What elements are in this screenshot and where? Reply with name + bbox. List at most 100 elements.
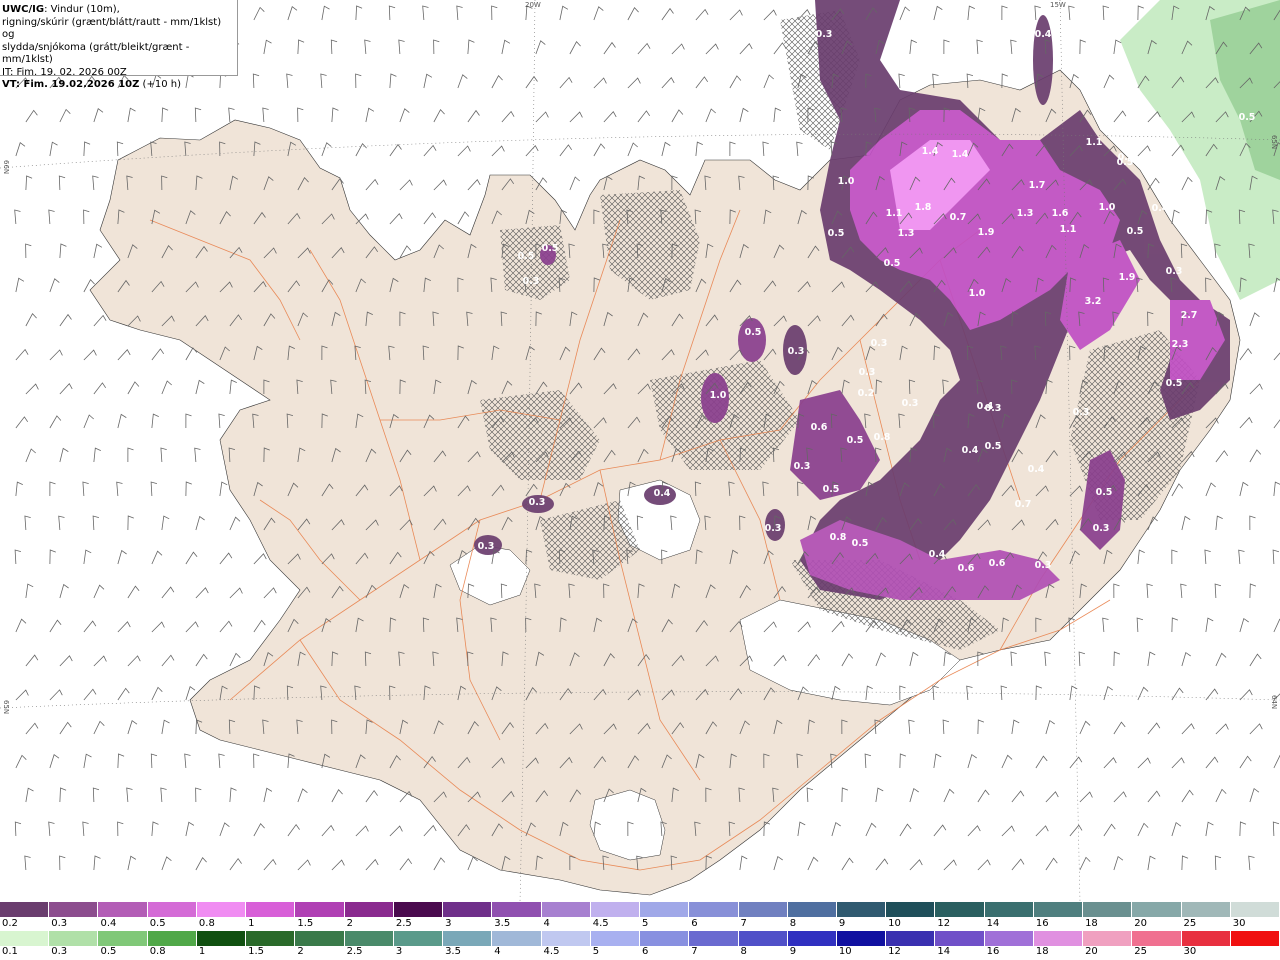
wind-barb (185, 621, 199, 633)
wind-barb (977, 719, 985, 735)
wind-barb (92, 175, 99, 191)
precip-value-label: 0.5 (852, 538, 869, 549)
wind-barb (1113, 721, 1126, 735)
snow-cell-1 (738, 318, 766, 362)
legend-label: 3 (445, 918, 452, 929)
wind-barb (1011, 790, 1025, 803)
wind-barb (93, 382, 107, 395)
wind-barb (1000, 685, 1008, 701)
wind-barb (1103, 823, 1116, 837)
wind-barb (161, 719, 170, 735)
wind-barb (161, 586, 175, 599)
legend-label: 0.1 (2, 946, 18, 957)
legend-swatch (196, 902, 247, 917)
wind-barb (865, 822, 877, 837)
wind-barb (253, 553, 267, 565)
legend-swatch (787, 931, 837, 946)
precip-value-label: 0.4 (1152, 203, 1169, 214)
wind-barb (355, 143, 367, 157)
wind-barb (83, 753, 92, 769)
wind-barb (671, 109, 684, 123)
precip-value-label: 0.3 (1093, 523, 1110, 534)
wind-barb (219, 481, 228, 497)
precip-value-label: 1.3 (1017, 208, 1034, 219)
wind-barb (93, 720, 105, 735)
wind-barb (467, 179, 481, 191)
wind-barb (1068, 5, 1075, 21)
wind-barb (841, 857, 854, 871)
wind-barb (603, 41, 616, 55)
wind-barb (48, 821, 55, 837)
legend-label: 0.5 (149, 918, 166, 929)
wind-barb (1147, 855, 1156, 871)
wind-barb (695, 76, 709, 89)
wind-barb (1079, 856, 1091, 871)
legend-swatch (590, 931, 641, 946)
legend-swatch (640, 931, 690, 946)
wind-barb (1215, 450, 1229, 463)
wind-barb (117, 413, 127, 429)
legend-swatch (295, 931, 345, 946)
wind-barb (1249, 449, 1262, 463)
legend-label: 0.4 (100, 918, 117, 929)
wind-barb (116, 141, 124, 157)
wind-barb (457, 74, 468, 89)
wind-barb (899, 6, 910, 21)
wind-barb (1205, 482, 1216, 497)
wind-barb (117, 821, 124, 837)
precip-value-label: 0.6 (811, 422, 828, 433)
wind-barb (25, 313, 37, 327)
legend-swatch (443, 931, 493, 946)
wind-barb (729, 9, 743, 21)
wind-barb (1113, 855, 1124, 871)
wind-barb (321, 5, 330, 21)
wind-barb (83, 414, 94, 429)
wind-barb (1035, 685, 1043, 701)
wind-barb (151, 413, 159, 429)
wind-barb (1249, 383, 1263, 395)
wind-barb (1214, 855, 1222, 871)
precip-value-label: 0.3 (529, 497, 546, 508)
wind-barb (398, 39, 405, 55)
wind-barb (355, 825, 369, 837)
model-name: UWC/IG (2, 4, 45, 15)
wind-barb (1171, 144, 1185, 157)
legend-swatch (1083, 902, 1133, 917)
legend-swatch (541, 931, 591, 946)
legend-label: 14 (986, 918, 1000, 929)
wind-barb (59, 383, 73, 395)
legend-label: 20 (1085, 946, 1098, 957)
legend-swatch (443, 902, 493, 917)
precip-value-label: 0.5 (1127, 226, 1144, 237)
wind-barb (93, 243, 103, 259)
wind-barb (1272, 549, 1280, 565)
wind-barb (898, 73, 905, 89)
wind-barb (1137, 757, 1151, 769)
wind-barb (229, 516, 241, 531)
wind-barb (1035, 755, 1048, 769)
wind-barb (150, 481, 158, 497)
valid-time-offset: (+10 h) (139, 79, 181, 90)
legend-swatch (492, 902, 542, 917)
wind-barb (59, 243, 67, 259)
wind-barb (1045, 857, 1058, 871)
wind-barb (1113, 651, 1121, 667)
wind-barb (1103, 74, 1115, 89)
wind-barb (1113, 39, 1122, 55)
wind-barb (127, 107, 136, 123)
wind-barb (559, 76, 573, 89)
precip-value-label: 0.3 (1073, 407, 1090, 418)
legend-label: 16 (1035, 918, 1049, 929)
wind-barb (1239, 416, 1253, 429)
wind-barb (185, 481, 192, 497)
legend-label: 4.5 (543, 946, 560, 957)
grid-label-right-65n: 65N (1270, 135, 1278, 150)
description-line-1: : Vindur (10m), (44, 4, 120, 15)
precip-value-label: 0.4 (962, 445, 979, 456)
wind-barb (1147, 111, 1161, 123)
wind-barb (1001, 5, 1008, 21)
wind-barb (456, 5, 463, 21)
legend-swatch (984, 902, 1034, 917)
forecast-map[interactable]: 0.3 0.4 0.5 0.5 1.1 1.0 1.4 1.4 1.1 1.8 0.7 1.9 1.3 1… (0, 0, 1280, 902)
precip-value-label: 1.1 (886, 208, 903, 219)
